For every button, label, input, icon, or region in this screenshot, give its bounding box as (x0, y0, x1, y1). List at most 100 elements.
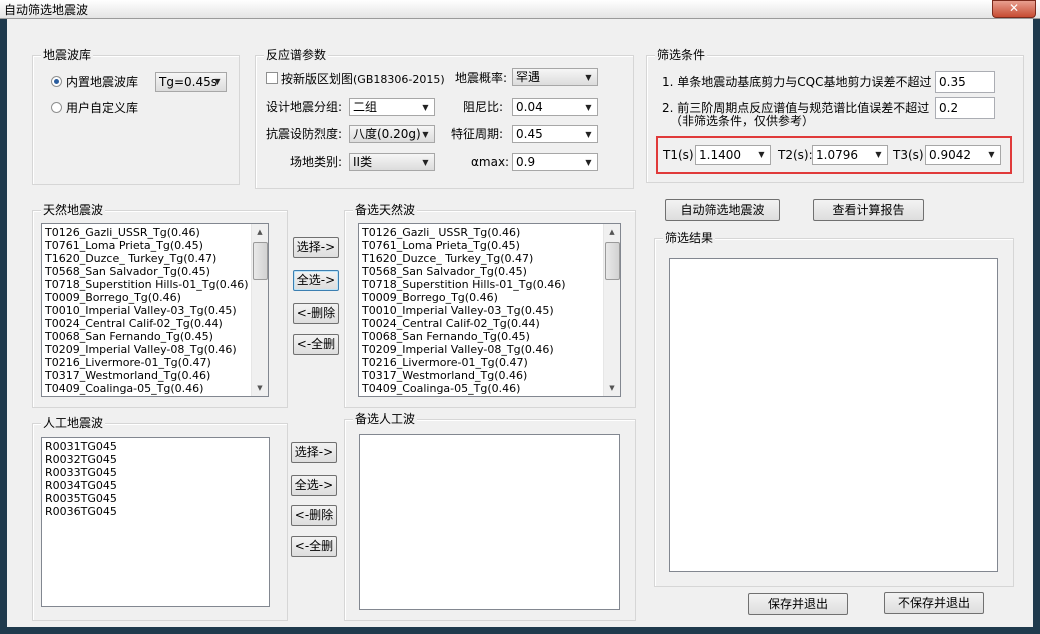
amax-select[interactable]: 0.9 ▼ (512, 153, 598, 171)
results-list[interactable] (669, 258, 998, 572)
view-report-button[interactable]: 查看计算报告 (813, 199, 924, 221)
delete-all-natural-button[interactable]: <-全删 (293, 334, 339, 355)
list-item[interactable]: T0209_Imperial Valley-08_Tg(0.46) (45, 343, 249, 356)
t2-select[interactable]: 1.0796 ▼ (812, 145, 888, 165)
prob-select[interactable]: 罕遇 ▼ (512, 68, 598, 86)
builtin-library-radio[interactable] (51, 76, 62, 87)
new-zoning-text: 按新版区划图(GB18306-2015) (281, 72, 445, 87)
list-item[interactable]: T0718_Superstition Hills-01_Tg(0.46) (45, 278, 249, 291)
list-item[interactable]: T0009_Borrego_Tg(0.46) (362, 291, 566, 304)
criteria-2-label: 2. 前三阶周期点反应谱值与规范谱比值误差不超过 (662, 101, 930, 115)
list-item[interactable]: T0761_Loma Prieta_Tg(0.45) (362, 239, 566, 252)
list-item[interactable]: T1620_Duzce_ Turkey_Tg(0.47) (362, 252, 566, 265)
list-item[interactable]: T0409_Coalinga-05_Tg(0.46) (362, 382, 566, 395)
select-all-artificial-button[interactable]: 全选-> (291, 475, 337, 496)
list-item[interactable]: R0031TG045 (45, 440, 117, 453)
list-item[interactable]: T0126_Gazli_USSR_Tg(0.46) (45, 226, 249, 239)
list-item[interactable]: T0024_Central Calif-02_Tg(0.44) (362, 317, 566, 330)
list-item[interactable]: T0317_Westmorland_Tg(0.46) (362, 369, 566, 382)
intensity-label: 抗震设防烈度: (266, 127, 343, 141)
criteria-2-input[interactable]: 0.2 (935, 97, 995, 119)
design-group-select[interactable]: 二组 ▼ (349, 98, 435, 116)
t1-label: T1(s): (663, 148, 698, 162)
save-exit-button[interactable]: 保存并退出 (748, 593, 848, 615)
nosave-exit-button[interactable]: 不保存并退出 (884, 592, 984, 614)
list-item[interactable]: T0216_Livermore-01_Tg(0.47) (45, 356, 249, 369)
scroll-down-icon[interactable]: ▼ (604, 380, 620, 396)
chevron-down-icon: ▼ (758, 150, 765, 159)
artificial-list[interactable]: R0031TG045 R0032TG045 R0033TG045 R0034TG045… (41, 437, 270, 607)
list-item[interactable]: T0568_San Salvador_Tg(0.45) (45, 265, 249, 278)
dialog-client: 地震波库 内置地震波库 Tg=0.45s ▼ 用户自定义库 反应谱参数 按新版区… (7, 19, 1033, 627)
list-item[interactable]: R0036TG045 (45, 505, 117, 518)
list-item[interactable]: T0718_Superstition Hills-01_Tg(0.46) (362, 278, 566, 291)
select-natural-button[interactable]: 选择-> (293, 237, 339, 258)
scroll-up-icon[interactable]: ▲ (252, 224, 268, 240)
chevron-down-icon: ▼ (988, 150, 995, 159)
intensity-select[interactable]: 八度(0.20g) ▼ (349, 125, 435, 143)
new-zoning-checkbox[interactable] (266, 72, 278, 84)
list-item[interactable]: T0009_Borrego_Tg(0.46) (45, 291, 249, 304)
candidate-natural-items: T0126_Gazli_ USSR_Tg(0.46) T0761_Loma Pri… (362, 226, 566, 395)
delete-natural-button[interactable]: <-删除 (293, 303, 339, 324)
site-label: 场地类别: (290, 155, 343, 169)
results-title: 筛选结果 (663, 231, 716, 245)
natural-items: T0126_Gazli_USSR_Tg(0.46) T0761_Loma Prie… (45, 226, 249, 395)
criteria-1-input[interactable]: 0.35 (935, 71, 995, 93)
list-item[interactable]: T0216_Livermore-01_Tg(0.47) (362, 356, 566, 369)
list-item[interactable]: T0317_Westmorland_Tg(0.46) (45, 369, 249, 382)
list-item[interactable]: T0209_Imperial Valley-08_Tg(0.46) (362, 343, 566, 356)
list-item[interactable]: T0068_San Fernando_Tg(0.45) (45, 330, 249, 343)
list-item[interactable]: R0035TG045 (45, 492, 117, 505)
scroll-thumb[interactable] (253, 242, 268, 280)
window-title: 自动筛选地震波 (4, 3, 89, 17)
delete-artificial-button[interactable]: <-删除 (291, 505, 337, 526)
list-item[interactable]: T0568_San Salvador_Tg(0.45) (362, 265, 566, 278)
select-all-natural-button[interactable]: 全选-> (293, 270, 339, 291)
list-item[interactable]: T0024_Central Calif-02_Tg(0.44) (45, 317, 249, 330)
select-artificial-button[interactable]: 选择-> (291, 442, 337, 463)
list-item[interactable]: T0010_Imperial Valley-03_Tg(0.45) (362, 304, 566, 317)
t2-label: T2(s): (778, 148, 813, 162)
list-item[interactable]: T0068_San Fernando_Tg(0.45) (362, 330, 566, 343)
list-item[interactable]: T1620_Duzce_ Turkey_Tg(0.47) (45, 252, 249, 265)
artificial-items: R0031TG045 R0032TG045 R0033TG045 R0034TG045… (45, 440, 117, 518)
list-item[interactable]: T0409_Coalinga-05_Tg(0.46) (45, 382, 249, 395)
list-item[interactable]: R0034TG045 (45, 479, 117, 492)
scroll-thumb[interactable] (605, 242, 620, 280)
chevron-down-icon: ▼ (585, 158, 592, 167)
list-item[interactable]: T0010_Imperial Valley-03_Tg(0.45) (45, 304, 249, 317)
list-item[interactable]: R0032TG045 (45, 453, 117, 466)
list-item[interactable]: T0126_Gazli_ USSR_Tg(0.46) (362, 226, 566, 239)
natural-title: 天然地震波 (41, 203, 106, 217)
candidate-artificial-title: 备选人工波 (353, 412, 418, 426)
chevron-down-icon: ▼ (585, 103, 592, 112)
tg-select[interactable]: Tg=0.45s ▼ (155, 72, 227, 92)
list-item[interactable]: R0033TG045 (45, 466, 117, 479)
criteria-title: 筛选条件 (655, 48, 708, 62)
criteria-1-label: 1. 单条地震动基底剪力与CQC基地剪力误差不超过 (662, 75, 932, 89)
criteria-2-note: （非筛选条件，仅供参考） (670, 114, 815, 128)
close-button[interactable]: ✕ (992, 0, 1036, 18)
period-label: 特征周期: (451, 127, 504, 141)
delete-all-artificial-button[interactable]: <-全删 (291, 536, 337, 557)
t3-select[interactable]: 0.9042 ▼ (925, 145, 1001, 165)
list-item[interactable]: T0761_Loma Prieta_Tg(0.45) (45, 239, 249, 252)
auto-filter-button[interactable]: 自动筛选地震波 (665, 199, 780, 221)
t1-select[interactable]: 1.1400 ▼ (695, 145, 771, 165)
candidate-natural-scrollbar[interactable]: ▲ ▼ (603, 224, 620, 396)
damping-select[interactable]: 0.04 ▼ (512, 98, 598, 116)
site-select[interactable]: II类 ▼ (349, 153, 435, 171)
scroll-up-icon[interactable]: ▲ (604, 224, 620, 240)
natural-scrollbar[interactable]: ▲ ▼ (251, 224, 268, 396)
candidate-artificial-list[interactable] (359, 434, 620, 610)
chevron-down-icon: ▼ (422, 130, 429, 139)
builtin-library-label: 内置地震波库 (66, 75, 139, 89)
scroll-down-icon[interactable]: ▼ (252, 380, 268, 396)
natural-list[interactable]: T0126_Gazli_USSR_Tg(0.46) T0761_Loma Prie… (41, 223, 269, 397)
candidate-natural-list[interactable]: T0126_Gazli_ USSR_Tg(0.46) T0761_Loma Pri… (358, 223, 621, 397)
period-select[interactable]: 0.45 ▼ (512, 125, 598, 143)
custom-library-radio[interactable] (51, 102, 62, 113)
amax-label: αmax: (471, 155, 510, 169)
chevron-down-icon: ▼ (585, 73, 592, 82)
